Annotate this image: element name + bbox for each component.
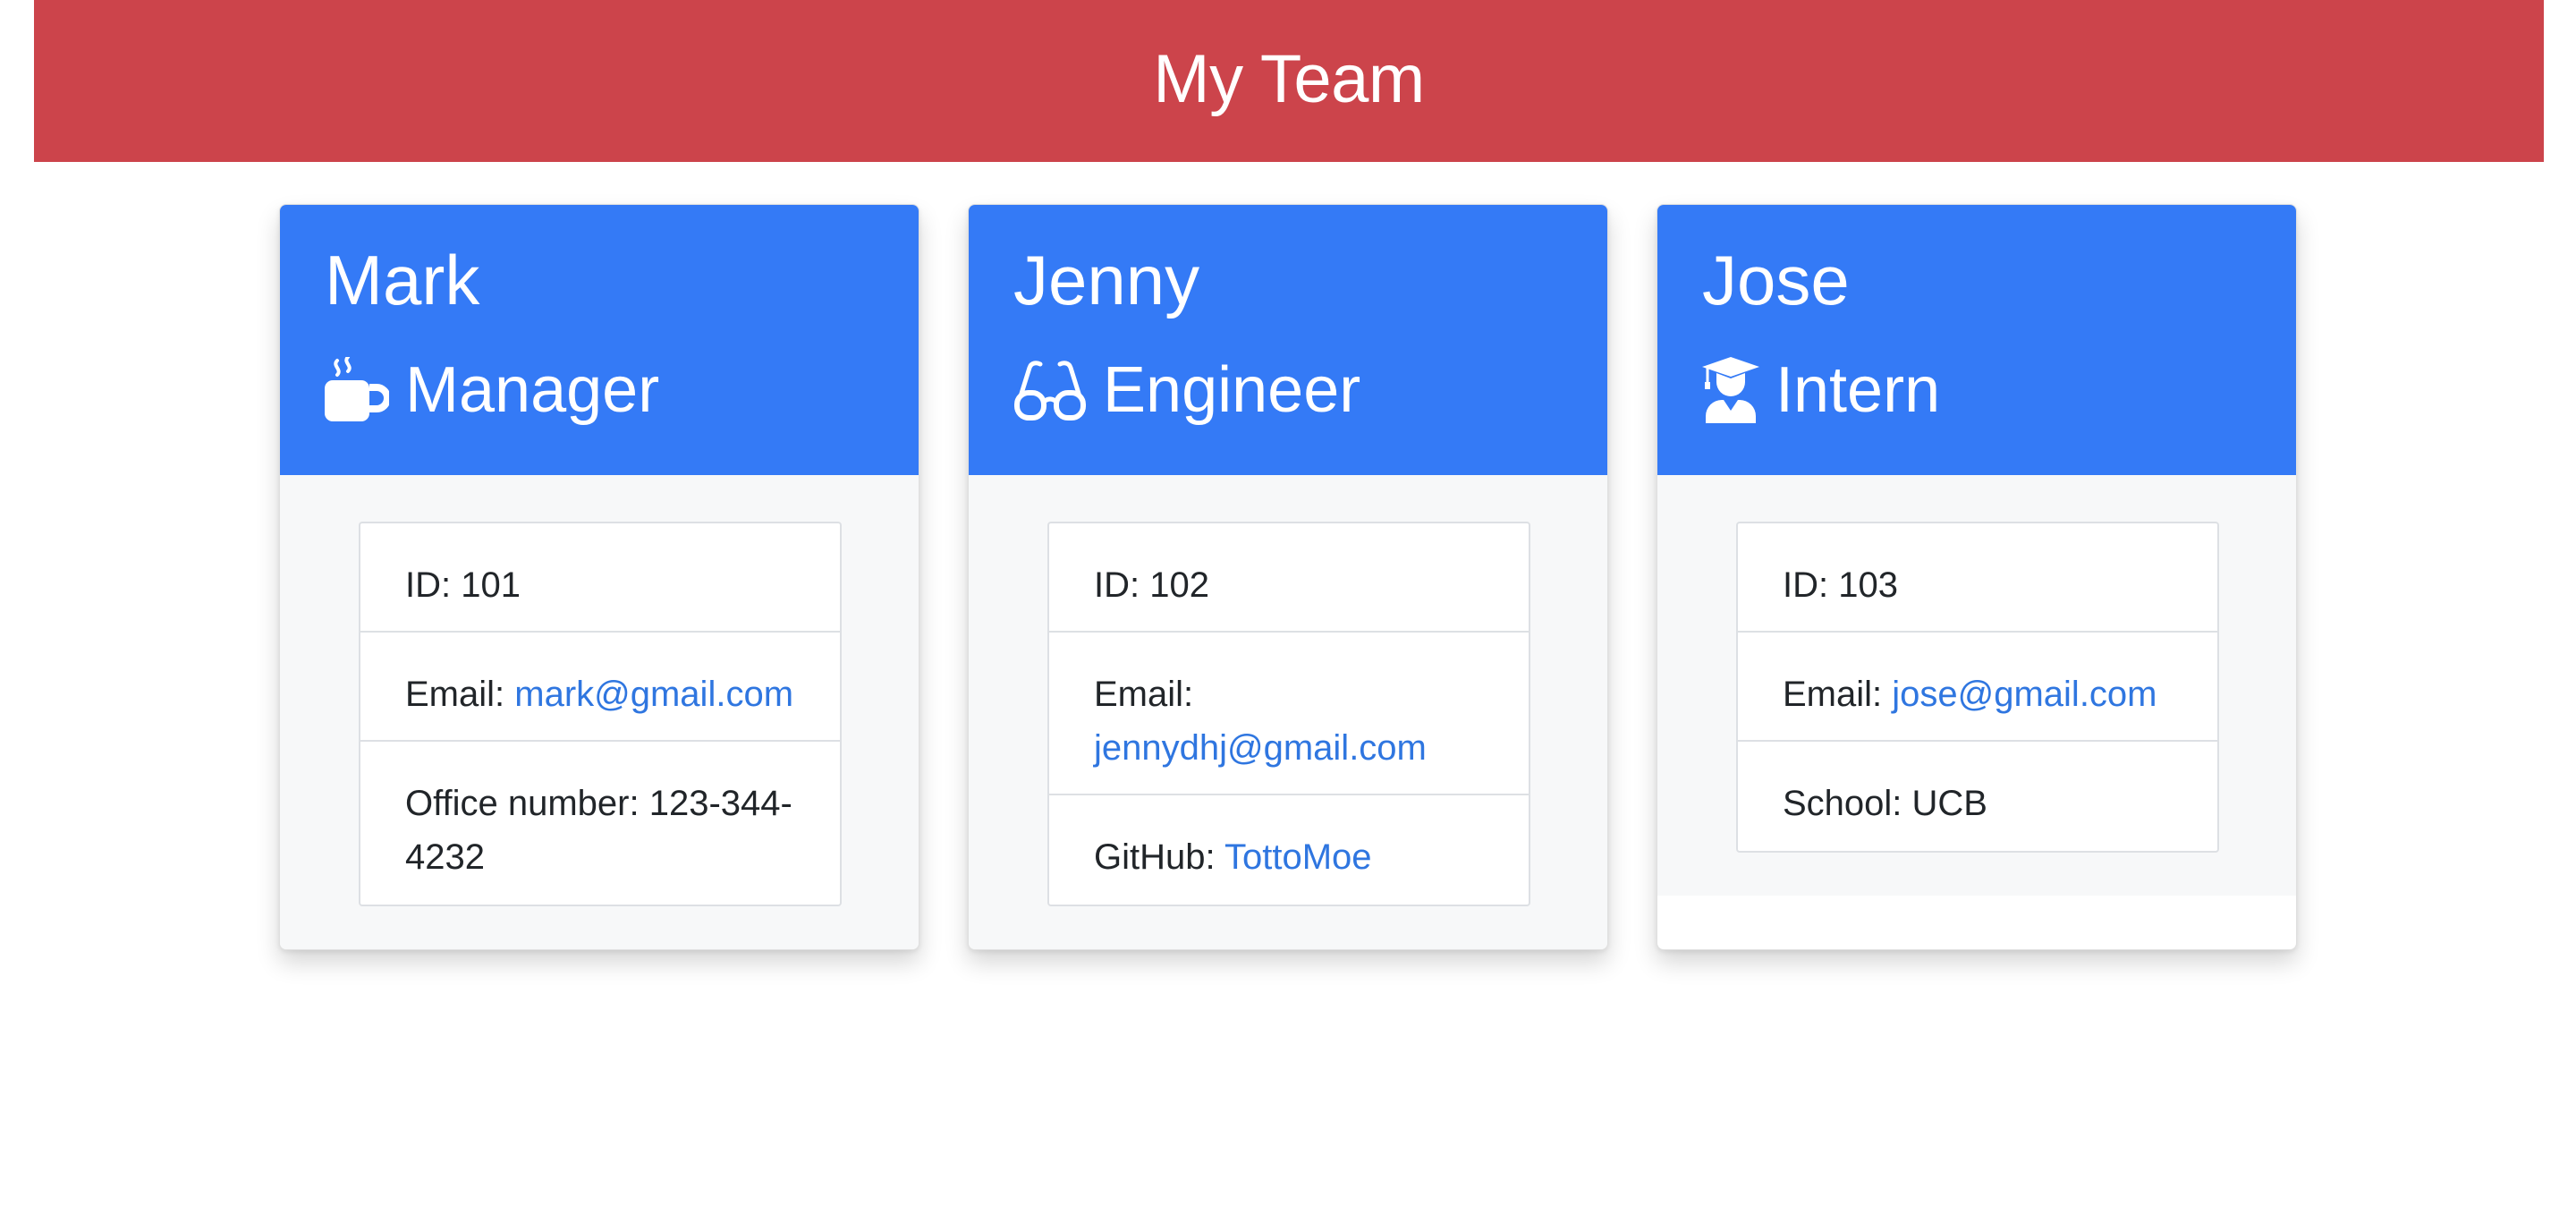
email-link[interactable]: mark@gmail.com — [514, 675, 793, 714]
card-header: Jose Intern — [1657, 205, 2296, 475]
list-item-email: Email: jose@gmail.com — [1738, 633, 2217, 742]
page-title: My Team — [1153, 41, 1425, 117]
card-header: Jenny Engineer — [969, 205, 1607, 475]
list-item-github: GitHub: TottoMoe — [1094, 837, 1372, 877]
user-graduate-icon — [1702, 357, 1759, 423]
list-item-email: Email: mark@gmail.com — [360, 633, 840, 742]
employee-name: Jenny — [1013, 241, 1200, 319]
card-body: ID: 102 Email: jennydhj@gmail.com GitHub… — [969, 475, 1607, 949]
info-list: ID: 103 Email: jose@gmail.com School: UC… — [1736, 522, 2219, 853]
role-label: Intern — [1775, 354, 1941, 426]
info-list: ID: 102 Email: jennydhj@gmail.com GitHub… — [1047, 522, 1530, 906]
list-item-school: School: UCB — [1783, 784, 1987, 823]
employee-card-intern: Jose Intern ID: 103 Email: jose@gmail.co… — [1657, 204, 2297, 950]
employee-role: Manager — [325, 348, 659, 432]
github-link[interactable]: TottoMoe — [1224, 837, 1372, 877]
card-body: ID: 103 Email: jose@gmail.com School: UC… — [1657, 475, 2296, 896]
list-item-id: ID: 102 — [1049, 523, 1529, 633]
list-item-id: ID: 101 — [360, 523, 840, 633]
card-header: Mark Manager — [280, 205, 919, 475]
role-label: Manager — [405, 354, 660, 426]
school-name: UCB — [1911, 784, 1987, 823]
page-header: My Team — [34, 0, 2544, 162]
employee-role: Engineer — [1013, 348, 1360, 432]
email-link[interactable]: jose@gmail.com — [1892, 675, 2157, 714]
card-body: ID: 101 Email: mark@gmail.com Office num… — [280, 475, 919, 949]
employee-name: Jose — [1702, 241, 1850, 319]
employee-card-manager: Mark Manager ID: 101 Email: mark@gmail.c… — [279, 204, 919, 950]
employee-role: Intern — [1702, 348, 1940, 432]
mug-hot-icon — [325, 357, 389, 423]
role-label: Engineer — [1103, 354, 1361, 426]
list-item-email: Email: jennydhj@gmail.com — [1049, 633, 1529, 795]
email-link[interactable]: jennydhj@gmail.com — [1094, 728, 1427, 768]
list-item-id: ID: 103 — [1738, 523, 2217, 633]
glasses-icon — [1013, 357, 1087, 423]
employee-name: Mark — [325, 241, 480, 319]
employee-card-engineer: Jenny Engineer ID: 102 Email: jennydhj@g… — [968, 204, 1608, 950]
list-item-office-number: Office number: 123-344-4232 — [405, 784, 792, 877]
info-list: ID: 101 Email: mark@gmail.com Office num… — [359, 522, 842, 906]
